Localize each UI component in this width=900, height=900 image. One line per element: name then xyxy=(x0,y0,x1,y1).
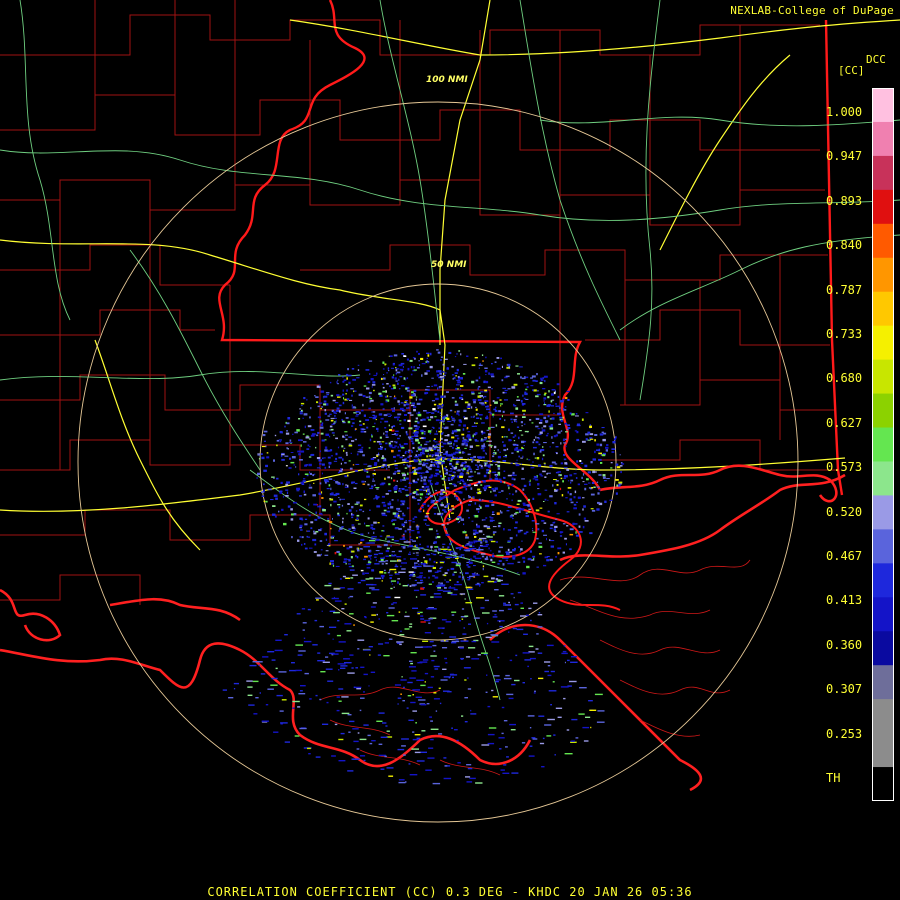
color-scale-bar xyxy=(872,88,894,801)
state-lines xyxy=(218,0,844,496)
color-scale-swatch xyxy=(872,461,894,497)
color-scale-swatch xyxy=(872,597,894,632)
color-scale-label: 0.253 xyxy=(826,726,863,741)
product-title: CORRELATION COEFFICIENT (CC) 0.3 DEG - K… xyxy=(207,885,693,899)
color-scale-label: 0.627 xyxy=(826,415,863,430)
color-scale-label: 0.467 xyxy=(826,549,863,563)
radar-map: 100 NMI 50 NMI xyxy=(0,0,900,823)
color-scale-label: TH xyxy=(826,771,841,785)
color-scale-swatch xyxy=(872,189,894,225)
color-scale-label: 0.360 xyxy=(826,637,863,652)
color-scale-swatch xyxy=(872,495,894,530)
color-scale-swatch xyxy=(872,733,894,768)
color-scale-swatch xyxy=(872,155,894,191)
color-scale-label: 0.573 xyxy=(826,460,863,475)
color-scale-label: 0.840 xyxy=(826,238,863,253)
color-scale-label: 0.893 xyxy=(826,193,863,208)
color-scale-swatch xyxy=(872,121,894,157)
coastal-marsh xyxy=(319,559,751,776)
color-scale-swatch xyxy=(872,359,894,395)
ring-label-100: 100 NMI xyxy=(426,75,468,85)
secondary-roads xyxy=(0,0,900,701)
color-scale-label: 1.000 xyxy=(826,105,863,119)
color-scale-label: 0.947 xyxy=(826,149,863,164)
color-scale-swatch xyxy=(872,563,894,598)
unit-label: [CC] xyxy=(838,64,865,77)
color-scale-swatch xyxy=(872,529,894,564)
product-code: DCC xyxy=(866,53,886,66)
ring-label-50: 50 NMI xyxy=(431,260,467,270)
color-scale-swatch xyxy=(872,767,894,801)
ring-labels: 100 NMI 50 NMI xyxy=(426,75,468,270)
color-scale-swatch xyxy=(872,699,894,734)
color-scale-swatch xyxy=(872,88,894,123)
color-scale-swatch xyxy=(872,631,894,666)
color-scale-swatch xyxy=(872,257,894,293)
credit-text: NEXLAB-College of DuPage xyxy=(730,4,894,17)
color-scale-label: 0.733 xyxy=(826,327,863,341)
color-scale-label: 0.787 xyxy=(826,282,863,297)
color-scale-swatch xyxy=(872,291,894,327)
county-lines xyxy=(0,0,838,605)
color-scale-label: 0.680 xyxy=(826,371,863,386)
color-scale-swatch xyxy=(872,223,894,259)
color-scale-label: 0.520 xyxy=(826,504,863,519)
color-scale-swatch xyxy=(872,325,894,361)
color-scale-label: 0.413 xyxy=(826,593,863,608)
color-scale-swatch xyxy=(872,393,894,429)
coastline xyxy=(0,464,846,792)
color-scale-swatch xyxy=(872,427,894,463)
color-scale-label: 0.307 xyxy=(826,682,863,697)
color-scale-swatch xyxy=(872,665,894,700)
